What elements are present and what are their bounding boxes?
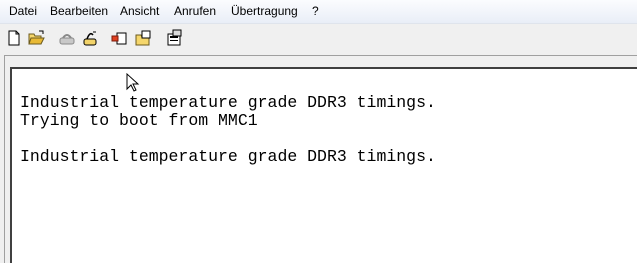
terminal-line: Trying to boot from MMC1: [20, 111, 258, 130]
send-icon[interactable]: [110, 29, 128, 47]
menu-help[interactable]: ?: [312, 4, 319, 18]
mouse-pointer-icon: [126, 72, 140, 98]
properties-icon[interactable]: [165, 29, 183, 47]
new-file-icon[interactable]: [5, 29, 23, 47]
disconnect-icon[interactable]: [81, 29, 99, 47]
terminal-line: Industrial temperature grade DDR3 timing…: [20, 93, 436, 112]
menu-bar: Datei Bearbeiten Ansicht Anrufen Übertra…: [0, 0, 637, 24]
receive-icon[interactable]: [134, 29, 152, 47]
menu-anrufen[interactable]: Anrufen: [174, 4, 216, 18]
menu-ansicht[interactable]: Ansicht: [120, 4, 159, 18]
open-folder-icon[interactable]: [27, 29, 45, 47]
menu-uebertragung[interactable]: Übertragung: [231, 4, 298, 18]
terminal-line: Industrial temperature grade DDR3 timing…: [20, 147, 436, 166]
terminal-area[interactable]: Industrial temperature grade DDR3 timing…: [10, 67, 637, 263]
menu-datei[interactable]: Datei: [9, 4, 37, 18]
connect-icon[interactable]: [58, 29, 76, 47]
toolbar: [0, 24, 637, 54]
menu-bearbeiten[interactable]: Bearbeiten: [50, 4, 108, 18]
